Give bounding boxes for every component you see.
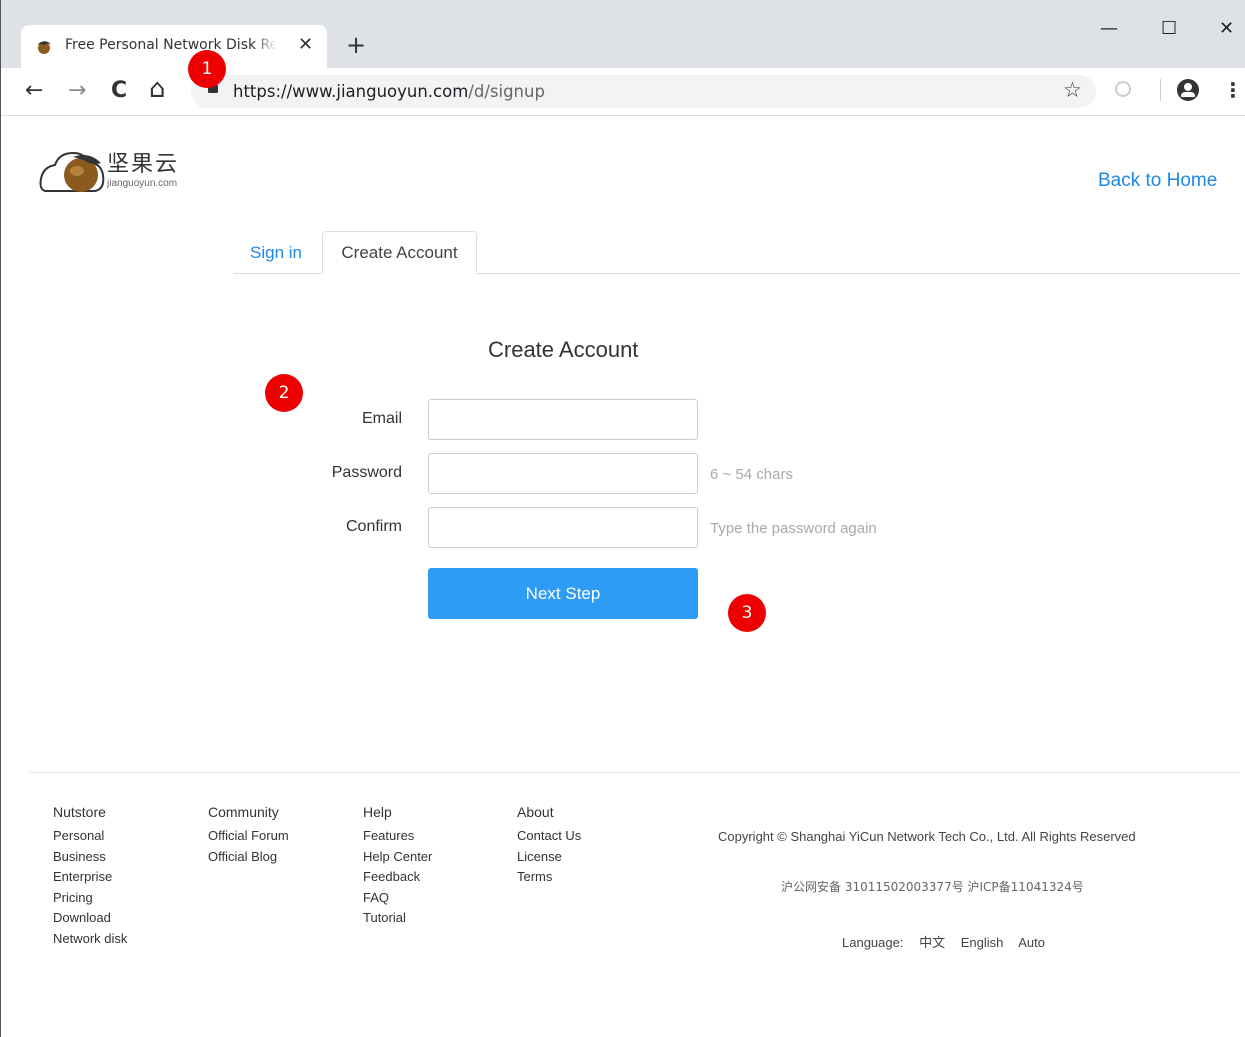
footer-link-enterprise[interactable]: Enterprise: [53, 867, 127, 888]
footer-heading: About: [517, 804, 554, 820]
footer-link-terms[interactable]: Terms: [517, 867, 581, 888]
home-icon[interactable]: ⌂: [149, 74, 166, 104]
language-option-auto[interactable]: Auto: [1018, 935, 1045, 950]
footer-link-personal[interactable]: Personal: [53, 826, 127, 847]
footer-link-features[interactable]: Features: [363, 826, 432, 847]
confirm-hint: Type the password again: [710, 520, 877, 537]
footer-link-official-forum[interactable]: Official Forum: [208, 826, 289, 847]
footer-link-business[interactable]: Business: [53, 847, 127, 868]
footer-column-help: Help Features Help Center Feedback FAQ T…: [363, 804, 432, 929]
toolbar-divider: [1160, 79, 1161, 101]
logo-chinese-text: 坚果云: [107, 152, 180, 177]
logo-domain-text: jianguoyun.com: [107, 178, 178, 189]
annotation-marker-2: 2: [265, 374, 303, 412]
password-label: Password: [331, 464, 402, 481]
language-option-chinese[interactable]: 中文: [919, 936, 945, 951]
browser-tab[interactable]: Free Personal Network Disk Regis ✕: [21, 25, 327, 68]
language-selector: Language: 中文 English Auto: [842, 932, 1057, 951]
form-title: Create Account: [488, 337, 639, 362]
email-label: Email: [361, 410, 402, 427]
address-bar[interactable]: https://www.jianguoyun.com/d/signup ☆: [191, 75, 1096, 108]
password-field[interactable]: [428, 453, 698, 494]
footer-column-about: About Contact Us License Terms: [517, 804, 581, 888]
bookmark-star-icon[interactable]: ☆: [1063, 78, 1082, 102]
tab-strip: Free Personal Network Disk Regis ✕ + — ☐…: [1, 0, 1245, 68]
browser-menu-icon[interactable]: ⋮: [1223, 78, 1243, 102]
footer-link-download[interactable]: Download: [53, 908, 127, 929]
extension-icon[interactable]: [1115, 81, 1131, 97]
annotation-marker-3: 3: [728, 594, 766, 632]
window-close-icon[interactable]: ✕: [1219, 18, 1234, 39]
tab-create-account[interactable]: Create Account: [322, 231, 477, 274]
footer-heading: Nutstore: [53, 804, 106, 820]
browser-toolbar: ← → C ⌂ https://www.jianguoyun.com/d/sig…: [1, 68, 1245, 116]
confirm-label: Confirm: [345, 518, 402, 535]
footer-link-official-blog[interactable]: Official Blog: [208, 847, 289, 868]
footer-link-tutorial[interactable]: Tutorial: [363, 908, 432, 929]
footer-link-network-disk[interactable]: Network disk: [53, 929, 127, 950]
tab-close-icon[interactable]: ✕: [298, 34, 313, 55]
footer-divider: [29, 772, 1240, 773]
acorn-favicon-icon: [37, 41, 51, 54]
tab-sign-in[interactable]: Sign in: [250, 243, 302, 263]
email-field[interactable]: [428, 399, 698, 440]
footer-link-feedback[interactable]: Feedback: [363, 867, 432, 888]
password-hint: 6 ~ 54 chars: [710, 466, 793, 483]
reload-icon[interactable]: C: [111, 78, 127, 103]
footer-column-nutstore: Nutstore Personal Business Enterprise Pr…: [53, 804, 127, 949]
browser-window: Free Personal Network Disk Regis ✕ + — ☐…: [0, 0, 1245, 1037]
copyright-text: Copyright © Shanghai YiCun Network Tech …: [718, 829, 1136, 844]
next-step-button[interactable]: Next Step: [428, 568, 698, 619]
footer-link-contact-us[interactable]: Contact Us: [517, 826, 581, 847]
acorn-cloud-logo-icon: [39, 151, 105, 192]
forward-arrow-icon[interactable]: →: [68, 78, 86, 103]
footer-link-pricing[interactable]: Pricing: [53, 888, 127, 909]
minimize-icon[interactable]: —: [1100, 18, 1118, 39]
language-label: Language:: [842, 935, 904, 950]
account-icon[interactable]: [1177, 79, 1199, 101]
footer-heading: Community: [208, 804, 279, 820]
site-logo[interactable]: 坚果云 jianguoyun.com: [39, 145, 204, 197]
footer-link-faq[interactable]: FAQ: [363, 888, 432, 909]
tab-title: Free Personal Network Disk Regis: [65, 37, 277, 53]
footer-link-help-center[interactable]: Help Center: [363, 847, 432, 868]
url-text: https://www.jianguoyun.com/d/signup: [233, 82, 545, 101]
new-tab-button[interactable]: +: [346, 31, 366, 59]
back-to-home-link[interactable]: Back to Home: [1098, 170, 1217, 192]
icp-registration-text: 沪公网安备 31011502003377号 沪ICP备11041324号: [781, 880, 1084, 894]
back-arrow-icon[interactable]: ←: [25, 78, 43, 103]
footer-link-license[interactable]: License: [517, 847, 581, 868]
maximize-icon[interactable]: ☐: [1161, 18, 1177, 39]
annotation-marker-1: 1: [188, 50, 226, 88]
language-option-english[interactable]: English: [961, 935, 1004, 950]
footer-column-community: Community Official Forum Official Blog: [208, 804, 289, 867]
footer-heading: Help: [363, 804, 392, 820]
confirm-password-field[interactable]: [428, 507, 698, 548]
